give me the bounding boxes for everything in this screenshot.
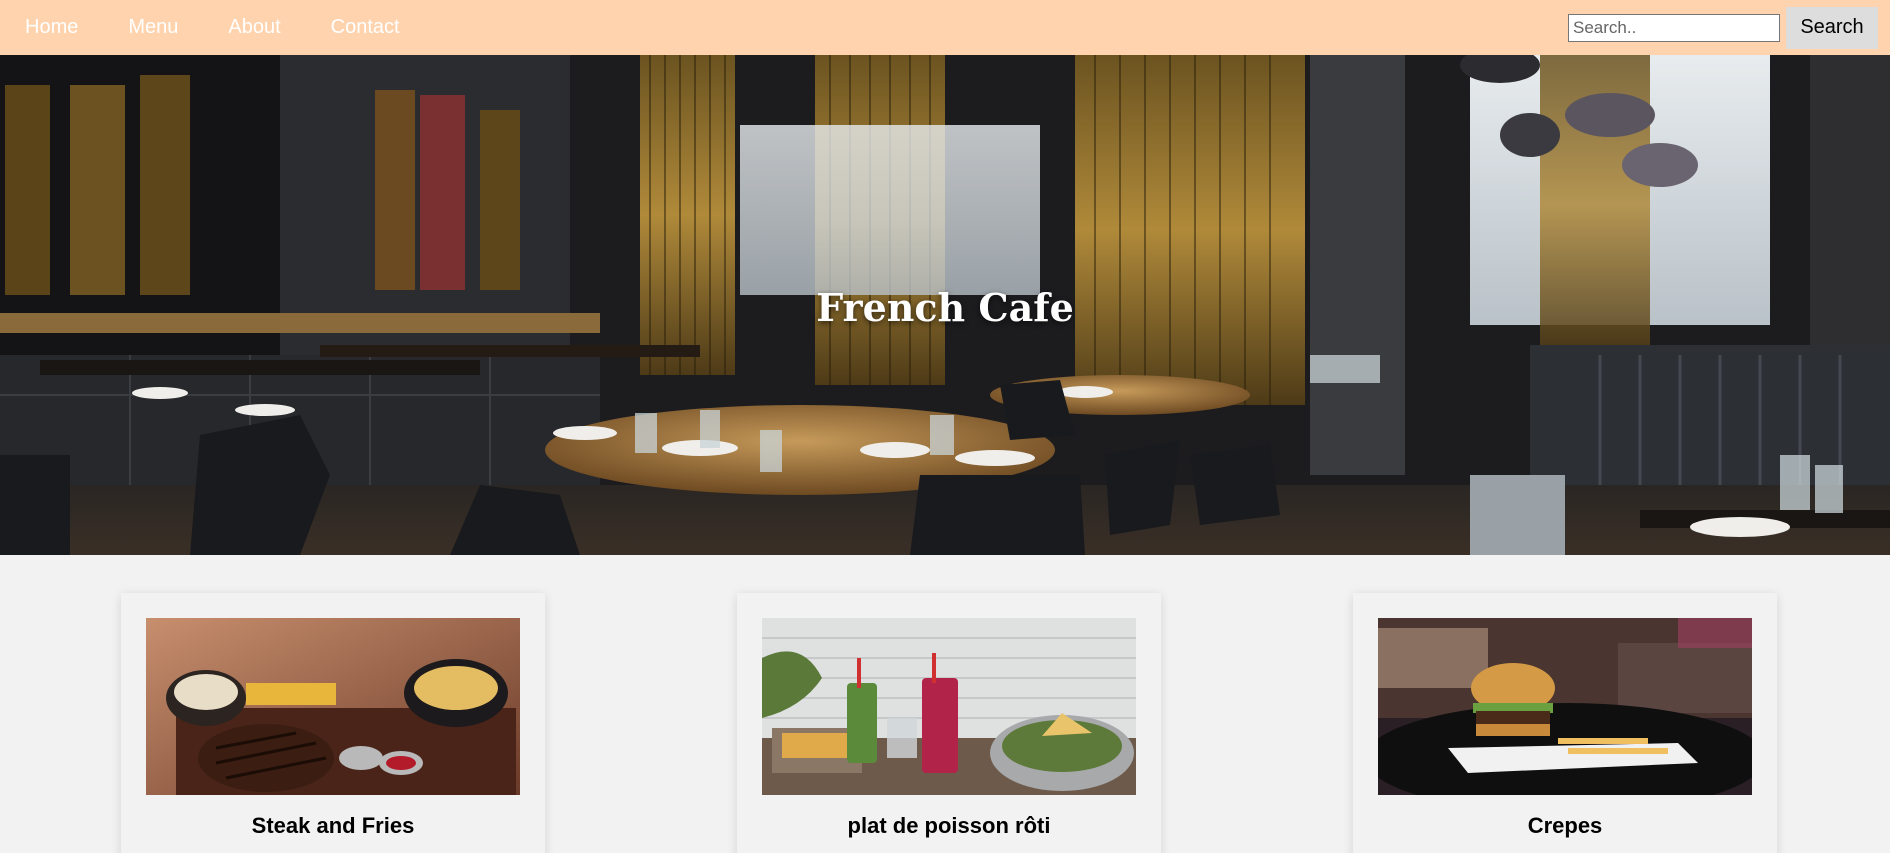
card-image-burger bbox=[1378, 618, 1752, 795]
hero-banner: French Cafe bbox=[0, 55, 1890, 555]
card-title: Crepes bbox=[1527, 813, 1603, 838]
nav-link-about[interactable]: About bbox=[203, 0, 305, 55]
menu-card[interactable]: Steak and Fries bbox=[121, 593, 545, 853]
card-title: plat de poisson rôti bbox=[847, 813, 1051, 838]
search-area: Search bbox=[1568, 6, 1890, 49]
nav-link-menu[interactable]: Menu bbox=[103, 0, 203, 55]
hero-title: French Cafe bbox=[816, 285, 1074, 330]
menu-card[interactable]: Crepes bbox=[1353, 593, 1777, 853]
card-title: Steak and Fries bbox=[251, 813, 415, 838]
nav-link-contact[interactable]: Contact bbox=[306, 0, 425, 55]
top-nav: Home Menu About Contact Search bbox=[0, 0, 1890, 55]
menu-card[interactable]: plat de poisson rôti bbox=[737, 593, 1161, 853]
search-button[interactable]: Search bbox=[1786, 6, 1878, 49]
nav-link-home[interactable]: Home bbox=[0, 0, 103, 55]
menu-cards: Steak and Fries plat de poisson rôti Cre… bbox=[0, 555, 1890, 853]
search-input[interactable] bbox=[1568, 13, 1780, 42]
card-image-steak bbox=[146, 618, 520, 795]
card-image-fish bbox=[762, 618, 1136, 795]
